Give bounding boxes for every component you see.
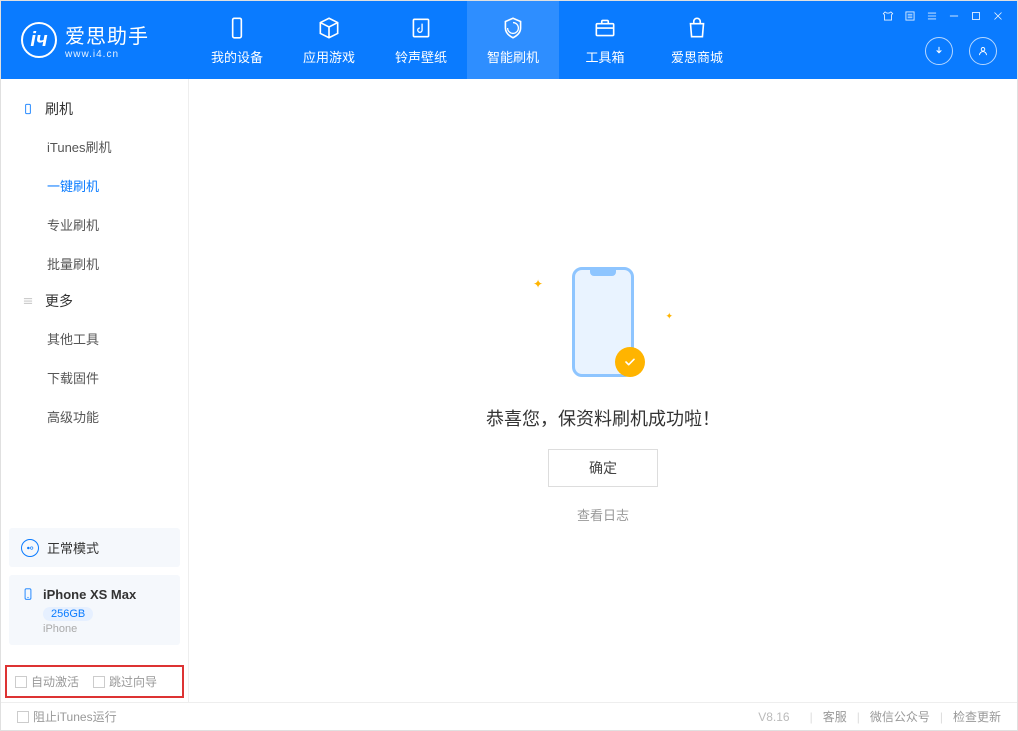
tab-apps-games[interactable]: 应用游戏 bbox=[283, 1, 375, 79]
checkbox-label: 阻止iTunes运行 bbox=[33, 708, 117, 725]
tab-store[interactable]: 爱思商城 bbox=[651, 1, 743, 79]
sidebar-item-oneclick-flash[interactable]: 一键刷机 bbox=[1, 166, 188, 205]
window-controls bbox=[881, 9, 1005, 23]
logo-text: 爱思助手 www.i4.cn bbox=[65, 20, 149, 60]
success-message: 恭喜您，保资料刷机成功啦！ bbox=[486, 405, 720, 431]
device-capacity: 256GB bbox=[43, 607, 93, 621]
more-icon bbox=[21, 294, 35, 308]
sidebar-group-flash[interactable]: 刷机 bbox=[1, 91, 188, 127]
tab-label: 应用游戏 bbox=[303, 47, 355, 66]
sidebar-item-pro-flash[interactable]: 专业刷机 bbox=[1, 205, 188, 244]
app-title: 爱思助手 bbox=[65, 20, 149, 49]
body: 刷机 iTunes刷机 一键刷机 专业刷机 批量刷机 更多 其他工具 下载固件 … bbox=[1, 79, 1017, 702]
separator: | bbox=[940, 710, 943, 724]
footer: 阻止iTunes运行 V8.16 | 客服 | 微信公众号 | 检查更新 bbox=[1, 702, 1017, 730]
tab-my-device[interactable]: 我的设备 bbox=[191, 1, 283, 79]
download-button[interactable] bbox=[925, 37, 953, 65]
device-header: iPhone XS Max bbox=[21, 585, 168, 603]
shield-icon bbox=[500, 15, 526, 41]
version-label: V8.16 bbox=[758, 710, 789, 724]
separator: | bbox=[857, 710, 860, 724]
toolbox-icon bbox=[592, 15, 618, 41]
music-icon bbox=[408, 15, 434, 41]
tab-toolbox[interactable]: 工具箱 bbox=[559, 1, 651, 79]
sidebar-item-batch-flash[interactable]: 批量刷机 bbox=[1, 244, 188, 283]
sidebar-content: 刷机 iTunes刷机 一键刷机 专业刷机 批量刷机 更多 其他工具 下载固件 … bbox=[1, 79, 188, 520]
app-subtitle: www.i4.cn bbox=[65, 49, 149, 60]
user-icon bbox=[976, 44, 990, 58]
footer-link-wechat[interactable]: 微信公众号 bbox=[870, 708, 930, 725]
device-name: iPhone XS Max bbox=[43, 587, 136, 602]
checkbox-label: 跳过向导 bbox=[109, 673, 157, 690]
header: iч 爱思助手 www.i4.cn 我的设备 应用游戏 铃声壁纸 智能刷机 工具… bbox=[1, 1, 1017, 79]
close-icon[interactable] bbox=[991, 9, 1005, 23]
logo-area[interactable]: iч 爱思助手 www.i4.cn bbox=[1, 20, 191, 60]
checkbox-label: 自动激活 bbox=[31, 673, 79, 690]
bag-icon bbox=[684, 15, 710, 41]
download-icon bbox=[932, 44, 946, 58]
sidebar-item-itunes-flash[interactable]: iTunes刷机 bbox=[1, 127, 188, 166]
device-phone-icon bbox=[21, 585, 35, 603]
checkbox-icon bbox=[17, 711, 29, 723]
separator: | bbox=[810, 710, 813, 724]
device-type: iPhone bbox=[43, 623, 168, 635]
checkbox-icon bbox=[15, 676, 27, 688]
checkbox-auto-activate[interactable]: 自动激活 bbox=[15, 673, 79, 690]
tab-label: 我的设备 bbox=[211, 47, 263, 66]
sidebar: 刷机 iTunes刷机 一键刷机 专业刷机 批量刷机 更多 其他工具 下载固件 … bbox=[1, 79, 189, 702]
checkbox-block-itunes[interactable]: 阻止iTunes运行 bbox=[17, 708, 117, 725]
phone-icon bbox=[21, 102, 35, 116]
sidebar-item-other-tools[interactable]: 其他工具 bbox=[1, 319, 188, 358]
cube-icon bbox=[316, 15, 342, 41]
user-button[interactable] bbox=[969, 37, 997, 65]
footer-link-support[interactable]: 客服 bbox=[823, 708, 847, 725]
nav-tabs: 我的设备 应用游戏 铃声壁纸 智能刷机 工具箱 爱思商城 bbox=[191, 1, 743, 79]
ok-button[interactable]: 确定 bbox=[548, 449, 658, 487]
footer-link-update[interactable]: 检查更新 bbox=[953, 708, 1001, 725]
list-icon[interactable] bbox=[903, 9, 917, 23]
device-box[interactable]: iPhone XS Max 256GB iPhone bbox=[9, 575, 180, 645]
sidebar-group-more[interactable]: 更多 bbox=[1, 283, 188, 319]
tab-smart-flash[interactable]: 智能刷机 bbox=[467, 1, 559, 79]
main-content: ✦ ✦ 恭喜您，保资料刷机成功啦！ 确定 查看日志 bbox=[189, 79, 1017, 702]
view-log-link[interactable]: 查看日志 bbox=[577, 505, 629, 524]
success-illustration: ✦ ✦ bbox=[503, 257, 703, 387]
group-title: 更多 bbox=[45, 291, 73, 311]
tab-ringtones[interactable]: 铃声壁纸 bbox=[375, 1, 467, 79]
tab-label: 铃声壁纸 bbox=[395, 47, 447, 66]
sidebar-item-advanced[interactable]: 高级功能 bbox=[1, 397, 188, 436]
tab-label: 智能刷机 bbox=[487, 47, 539, 66]
sparkle-icon: ✦ bbox=[533, 277, 543, 291]
sparkle-icon: ✦ bbox=[665, 311, 673, 322]
mode-label: 正常模式 bbox=[47, 538, 99, 557]
maximize-icon[interactable] bbox=[969, 9, 983, 23]
tab-label: 工具箱 bbox=[585, 47, 624, 66]
menu-icon[interactable] bbox=[925, 9, 939, 23]
group-title: 刷机 bbox=[45, 99, 73, 119]
mode-box[interactable]: 正常模式 bbox=[9, 528, 180, 567]
checkbox-icon bbox=[93, 676, 105, 688]
tshirt-icon[interactable] bbox=[881, 9, 895, 23]
success-check-icon bbox=[615, 347, 645, 377]
header-actions bbox=[925, 37, 997, 65]
sidebar-bottom: 正常模式 iPhone XS Max 256GB iPhone bbox=[1, 520, 188, 661]
minimize-icon[interactable] bbox=[947, 9, 961, 23]
tab-label: 爱思商城 bbox=[671, 47, 723, 66]
sidebar-item-download-firmware[interactable]: 下载固件 bbox=[1, 358, 188, 397]
logo-icon: iч bbox=[21, 22, 57, 58]
checkbox-skip-guide[interactable]: 跳过向导 bbox=[93, 673, 157, 690]
phone-icon bbox=[224, 15, 250, 41]
options-row: 自动激活 跳过向导 bbox=[5, 665, 184, 698]
normal-mode-icon bbox=[21, 539, 39, 557]
footer-right: V8.16 | 客服 | 微信公众号 | 检查更新 bbox=[758, 708, 1001, 725]
